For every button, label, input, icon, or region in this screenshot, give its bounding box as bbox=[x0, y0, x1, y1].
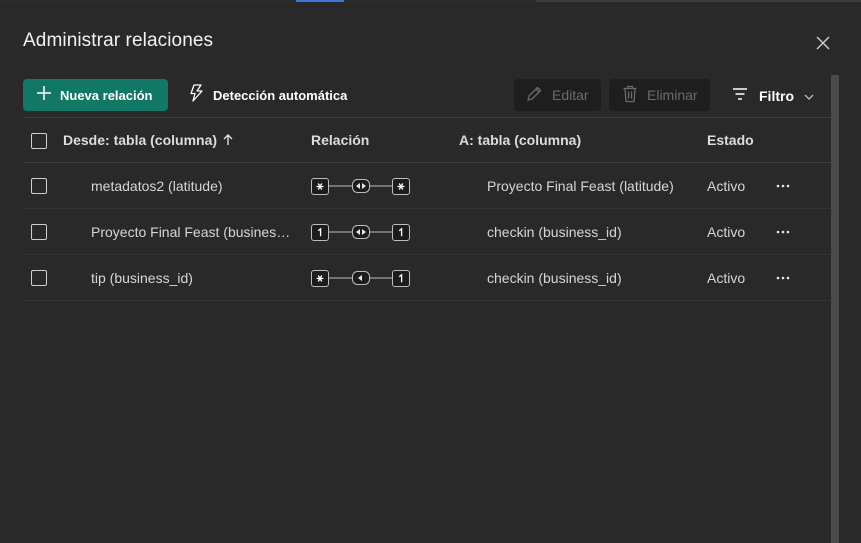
filter-lines-icon bbox=[732, 87, 748, 106]
to-cell: checkin (business_id) bbox=[487, 223, 622, 240]
relationships-table: Desde: tabla (columna) Relación A: tabla… bbox=[23, 117, 831, 301]
cardinality-many-one-icon bbox=[311, 268, 411, 288]
new-relationship-label: Nueva relación bbox=[60, 87, 153, 103]
more-horizontal-icon[interactable] bbox=[773, 176, 793, 196]
arrow-up-icon bbox=[223, 134, 233, 146]
column-header-from[interactable]: Desde: tabla (columna) bbox=[63, 118, 233, 162]
cardinality-many-many-icon bbox=[311, 176, 411, 196]
row-checkbox[interactable] bbox=[31, 270, 47, 286]
column-header-relation: Relación bbox=[311, 132, 370, 148]
edit-label: Editar bbox=[552, 87, 589, 103]
table-row[interactable]: Proyecto Final Feast (business_id) checki… bbox=[23, 209, 831, 255]
select-all-checkbox[interactable] bbox=[31, 133, 47, 149]
relation-diagram bbox=[311, 163, 411, 208]
plus-icon bbox=[36, 85, 52, 106]
close-icon[interactable] bbox=[813, 33, 833, 53]
autodetect-label: Detección automática bbox=[213, 87, 348, 103]
filter-label: Filtro bbox=[759, 88, 794, 104]
chevron-down-icon bbox=[804, 87, 814, 105]
trash-icon bbox=[622, 85, 638, 106]
pencil-icon bbox=[525, 85, 543, 106]
from-cell: Proyecto Final Feast (business_id) bbox=[91, 224, 295, 240]
more-horizontal-icon[interactable] bbox=[773, 268, 793, 288]
from-cell: tip (business_id) bbox=[91, 270, 193, 286]
from-cell: metadatos2 (latitude) bbox=[91, 178, 223, 194]
column-header-from-label: Desde: tabla (columna) bbox=[63, 132, 218, 148]
table-header: Desde: tabla (columna) Relación A: tabla… bbox=[23, 117, 831, 163]
row-checkbox[interactable] bbox=[31, 178, 47, 194]
manage-relationships-dialog: Administrar relaciones Nueva relación De… bbox=[0, 2, 861, 543]
to-cell: checkin (business_id) bbox=[487, 269, 622, 286]
cardinality-one-one-icon bbox=[311, 222, 411, 242]
lightning-icon bbox=[188, 83, 204, 107]
column-header-status: Estado bbox=[707, 132, 754, 148]
status-cell: Activo bbox=[707, 269, 746, 286]
status-cell: Activo bbox=[707, 223, 746, 240]
autodetect-button[interactable]: Detección automática bbox=[188, 79, 347, 111]
row-checkbox[interactable] bbox=[31, 224, 47, 240]
column-header-to: A: tabla (columna) bbox=[459, 132, 582, 148]
relation-diagram bbox=[311, 255, 411, 300]
filter-button[interactable]: Filtro bbox=[732, 82, 814, 110]
dialog-title: Administrar relaciones bbox=[23, 30, 214, 51]
new-relationship-button[interactable]: Nueva relación bbox=[23, 79, 168, 111]
table-row[interactable]: metadatos2 (latitude) Proyecto Final Feas… bbox=[23, 163, 831, 209]
delete-label: Eliminar bbox=[647, 87, 698, 103]
to-cell: Proyecto Final Feast (latitude) bbox=[487, 177, 674, 194]
vertical-scrollbar[interactable] bbox=[831, 75, 839, 543]
table-row[interactable]: tip (business_id) checkin (business_id) Ac… bbox=[23, 255, 831, 301]
edit-button[interactable]: Editar bbox=[514, 79, 601, 111]
more-horizontal-icon[interactable] bbox=[773, 222, 793, 242]
relation-diagram bbox=[311, 209, 411, 254]
status-cell: Activo bbox=[707, 177, 746, 194]
delete-button[interactable]: Eliminar bbox=[609, 79, 710, 111]
